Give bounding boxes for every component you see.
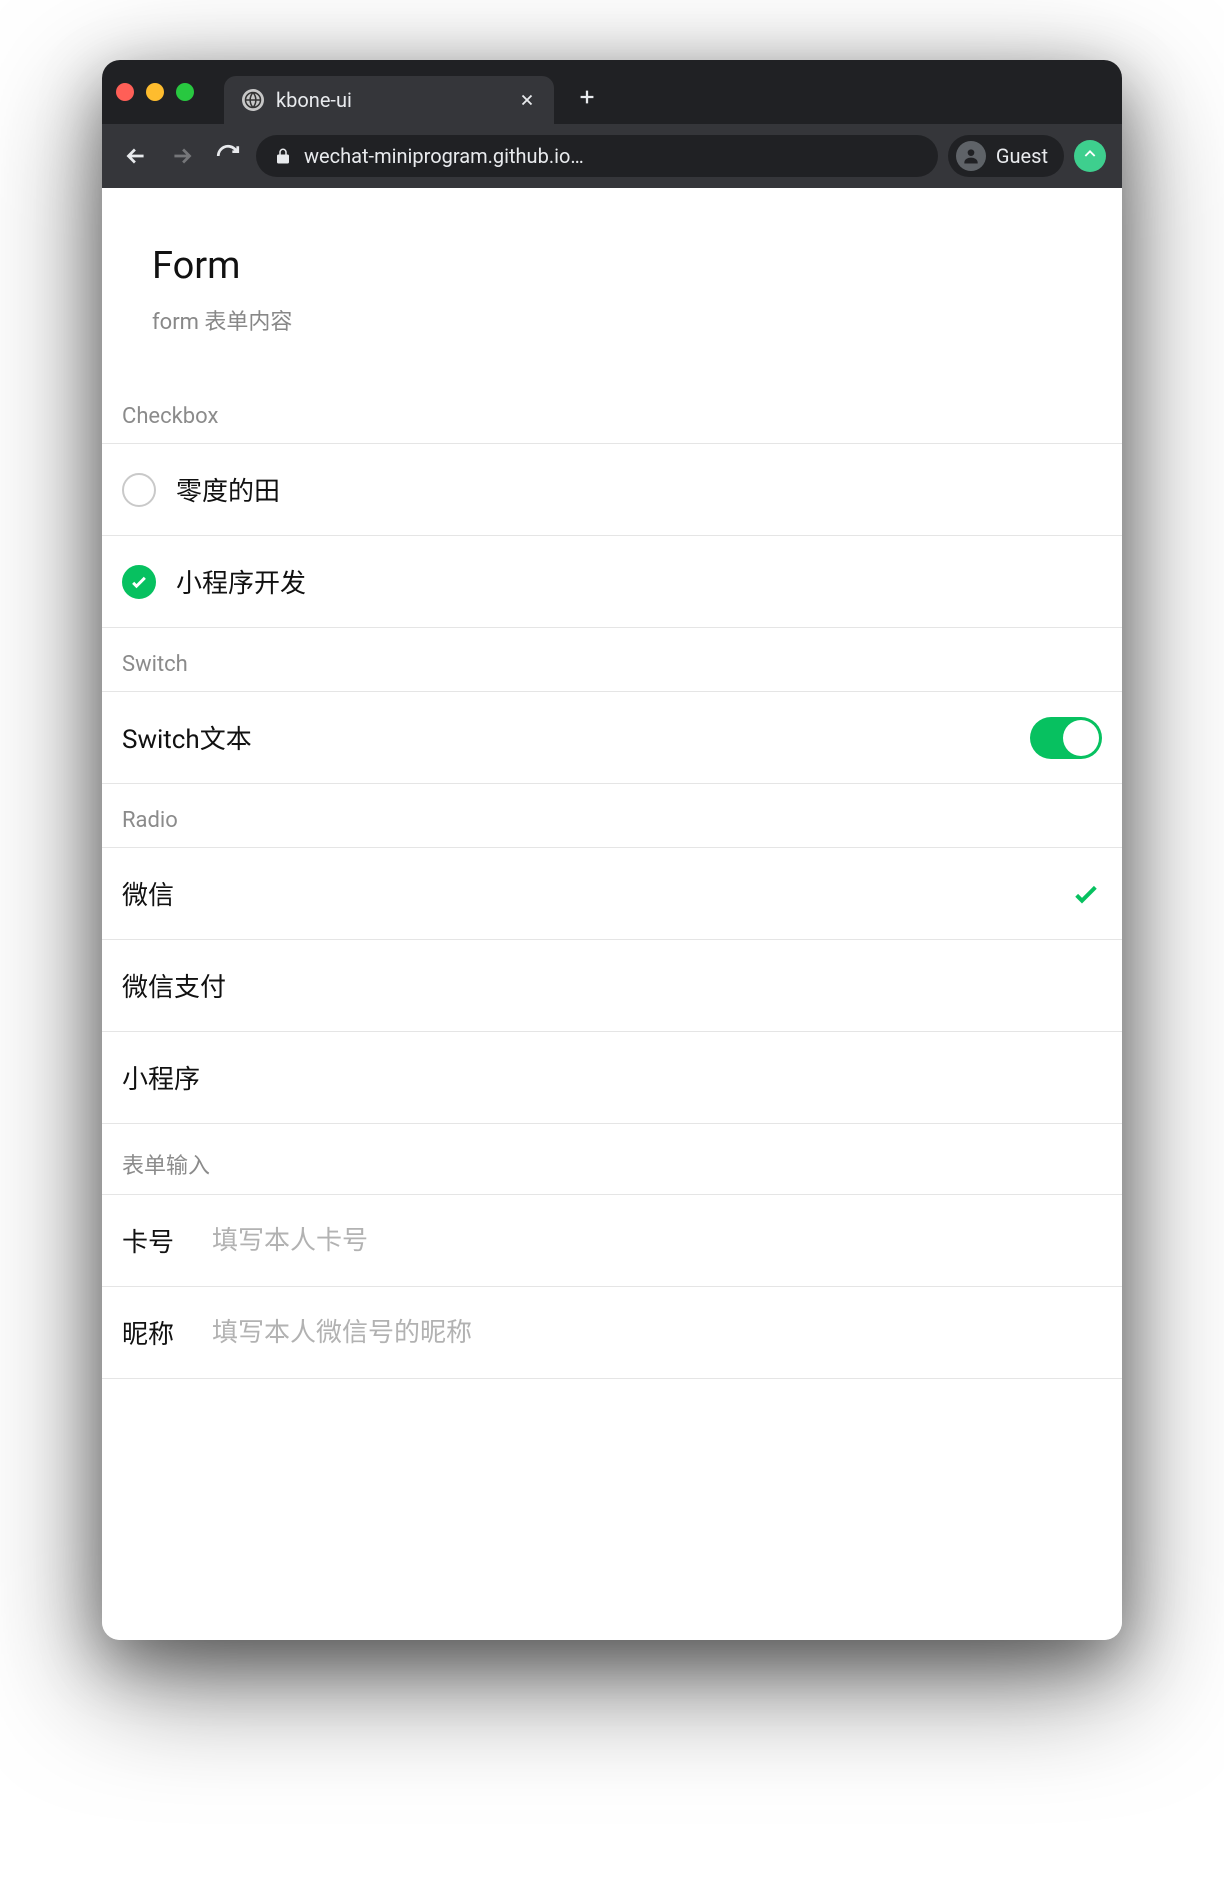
profile-button[interactable]: Guest [948, 135, 1064, 177]
radio-item-label: 小程序 [122, 1059, 1102, 1096]
section-label-checkbox: Checkbox [102, 366, 1122, 443]
checkbox-item[interactable]: 小程序开发 [102, 536, 1122, 628]
browser-window: kbone-ui wechat-miniprogram.github.io… [102, 60, 1122, 1640]
nickname-input[interactable] [212, 1317, 1102, 1348]
input-row-card: 卡号 [102, 1195, 1122, 1287]
checkbox-unchecked-icon [122, 473, 156, 507]
browser-toolbar: wechat-miniprogram.github.io… Guest [102, 124, 1122, 188]
radio-group: 微信 微信支付 小程序 [102, 847, 1122, 1124]
switch-item-label: Switch文本 [122, 719, 1010, 756]
checkbox-item[interactable]: 零度的田 [102, 444, 1122, 536]
checkbox-item-label: 零度的田 [176, 471, 1102, 508]
reload-button[interactable] [210, 138, 246, 174]
checkbox-checked-icon [122, 565, 156, 599]
section-label-inputs: 表单输入 [102, 1124, 1122, 1194]
close-window-button[interactable] [116, 83, 134, 101]
switch-toggle[interactable] [1030, 717, 1102, 759]
person-icon [956, 141, 986, 171]
radio-item[interactable]: 微信支付 [102, 940, 1122, 1032]
radio-item-label: 微信支付 [122, 967, 1102, 1004]
section-label-radio: Radio [102, 784, 1122, 847]
page-subtitle: form 表单内容 [152, 304, 1072, 336]
address-text: wechat-miniprogram.github.io… [304, 144, 584, 168]
checkbox-item-label: 小程序开发 [176, 563, 1102, 600]
maximize-window-button[interactable] [176, 83, 194, 101]
switch-group: Switch文本 [102, 691, 1122, 784]
input-row-nickname: 昵称 [102, 1287, 1122, 1379]
check-icon [1070, 878, 1102, 910]
minimize-window-button[interactable] [146, 83, 164, 101]
radio-item[interactable]: 微信 [102, 848, 1122, 940]
new-tab-button[interactable] [576, 86, 598, 108]
back-button[interactable] [118, 138, 154, 174]
switch-item[interactable]: Switch文本 [102, 692, 1122, 784]
lock-icon [274, 147, 292, 165]
input-label: 卡号 [122, 1222, 192, 1259]
extension-icon[interactable] [1074, 140, 1106, 172]
forward-button[interactable] [164, 138, 200, 174]
page-title: Form [152, 244, 1072, 288]
tab-strip: kbone-ui [102, 60, 1122, 124]
card-number-input[interactable] [212, 1225, 1102, 1256]
input-group: 卡号 昵称 [102, 1194, 1122, 1379]
browser-tab[interactable]: kbone-ui [224, 76, 554, 124]
page-content: Form form 表单内容 Checkbox 零度的田 小程序开发 Switc… [102, 188, 1122, 1640]
globe-icon [242, 89, 264, 111]
address-bar[interactable]: wechat-miniprogram.github.io… [256, 135, 938, 177]
input-label: 昵称 [122, 1314, 192, 1351]
radio-item-label: 微信 [122, 875, 1050, 912]
page-header: Form form 表单内容 [102, 188, 1122, 366]
close-tab-icon[interactable] [518, 91, 536, 109]
radio-item[interactable]: 小程序 [102, 1032, 1122, 1124]
window-controls [116, 83, 194, 101]
checkbox-group: 零度的田 小程序开发 [102, 443, 1122, 628]
section-label-switch: Switch [102, 628, 1122, 691]
tab-title: kbone-ui [276, 88, 506, 112]
profile-label: Guest [996, 144, 1048, 168]
